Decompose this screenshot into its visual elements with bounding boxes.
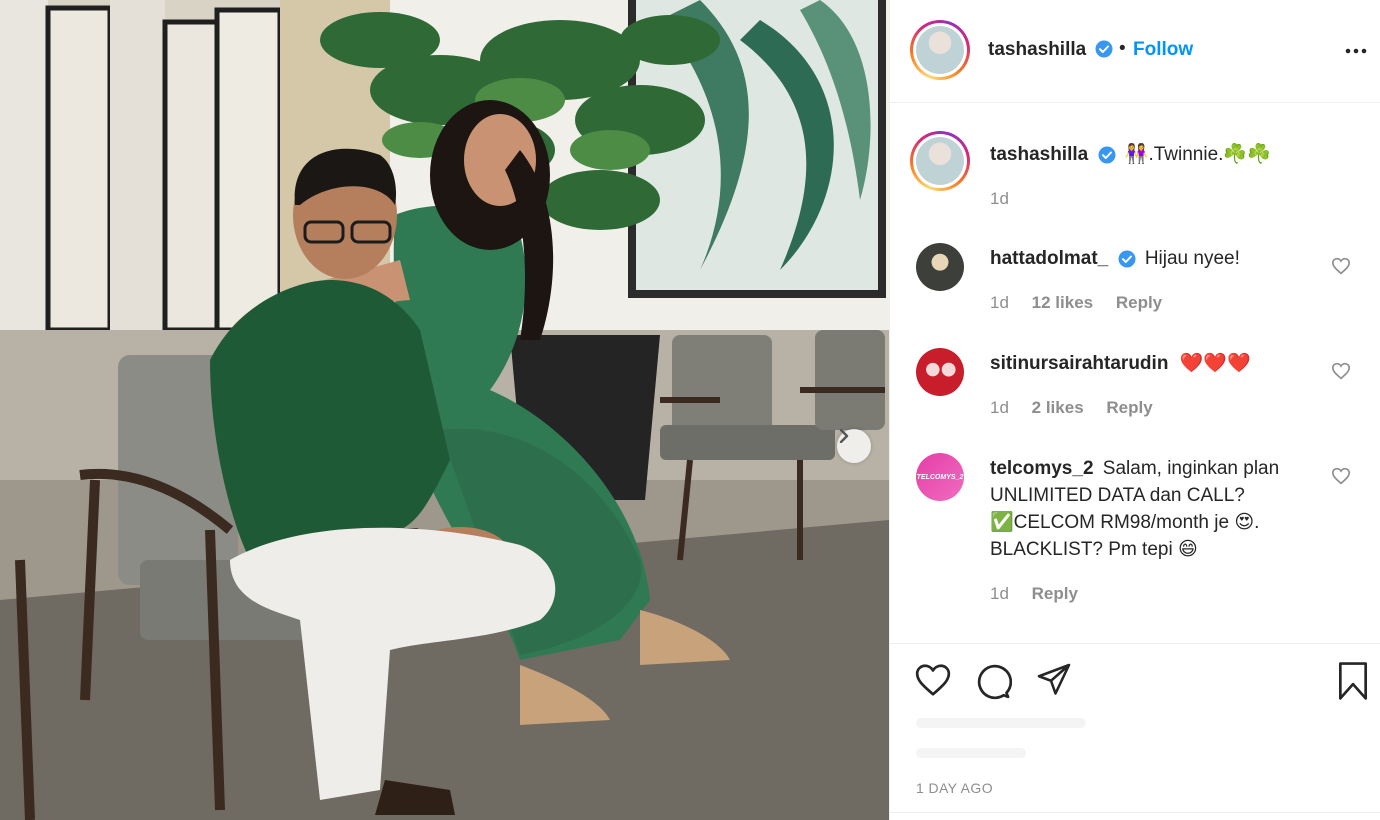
likes-placeholder: [916, 748, 1026, 758]
heart-icon[interactable]: [1331, 257, 1351, 275]
post-date[interactable]: 1 DAY AGO: [916, 780, 993, 796]
divider: [890, 812, 1380, 813]
comment-text: telcomys_2 Salam, inginkan plan UNLIMITE…: [990, 455, 1310, 563]
photo-illustration: [0, 0, 889, 820]
comment-meta: 1d 12 likes Reply: [990, 293, 1180, 313]
comment-meta: 1d Reply: [990, 584, 1096, 604]
comment-username[interactable]: sitinursairahtarudin: [990, 353, 1168, 374]
commenter-avatar[interactable]: [916, 243, 964, 291]
comment-meta: 1d 2 likes Reply: [990, 398, 1171, 418]
comment-row: hattadolmat_ Hijau nyee! 1d 12 likes Rep…: [890, 243, 1380, 343]
commenter-avatar[interactable]: TELCOMYS_2: [916, 453, 964, 501]
caption-username[interactable]: tashashilla: [990, 144, 1088, 165]
caption-text: tashashilla 👭.Twinnie.☘️☘️: [990, 141, 1320, 168]
caption-avatar[interactable]: [910, 131, 970, 191]
comment-likes[interactable]: 12 likes: [1032, 293, 1093, 312]
comment-row: TELCOMYS_2 telcomys_2 Salam, inginkan pl…: [890, 453, 1380, 623]
caption-meta: 1d: [990, 189, 1027, 209]
comment-icon[interactable]: [974, 662, 1012, 700]
chevron-right-icon: [839, 429, 849, 443]
comment-username[interactable]: telcomys_2: [990, 458, 1094, 479]
comment-text: sitinursairahtarudin ❤️❤️❤️: [990, 350, 1320, 377]
verified-badge-icon: [1118, 250, 1136, 268]
commenter-avatar[interactable]: [916, 348, 964, 396]
verified-badge-icon: [1095, 40, 1113, 58]
author-username[interactable]: tashashilla: [988, 39, 1086, 61]
post-side-panel: tashashilla • Follow tashashilla 👭.Twinn…: [889, 0, 1380, 820]
more-options-icon[interactable]: [1345, 40, 1367, 62]
comment-text: hattadolmat_ Hijau nyee!: [990, 245, 1320, 272]
comment-time[interactable]: 1d: [990, 398, 1009, 417]
comment-row: sitinursairahtarudin ❤️❤️❤️ 1d 2 likes R…: [890, 348, 1380, 448]
caption-body: 👭.Twinnie.☘️☘️: [1124, 144, 1271, 165]
reply-button[interactable]: Reply: [1032, 584, 1078, 603]
heart-icon[interactable]: [1331, 467, 1351, 485]
comment-time[interactable]: 1d: [990, 584, 1009, 603]
comment-time[interactable]: 1d: [990, 293, 1009, 312]
verified-badge-icon: [1098, 146, 1115, 164]
caption-time[interactable]: 1d: [990, 189, 1009, 208]
avatar-logo-text: TELCOMYS_2: [916, 473, 964, 481]
reply-button[interactable]: Reply: [1106, 398, 1152, 417]
likes-placeholder: [916, 718, 1086, 728]
author-avatar[interactable]: [910, 20, 970, 80]
separator-dot: •: [1119, 38, 1126, 59]
bookmark-icon[interactable]: [1336, 662, 1370, 700]
reply-button[interactable]: Reply: [1116, 293, 1162, 312]
heart-icon[interactable]: [914, 662, 952, 698]
next-photo-button[interactable]: [837, 429, 871, 463]
comment-body: ❤️❤️❤️: [1179, 353, 1251, 374]
post-header: tashashilla • Follow: [890, 0, 1380, 103]
heart-icon[interactable]: [1331, 362, 1351, 380]
share-icon[interactable]: [1036, 662, 1072, 698]
comment-body: Hijau nyee!: [1144, 248, 1240, 269]
caption-row: tashashilla 👭.Twinnie.☘️☘️ 1d: [890, 103, 1380, 223]
post-photo: [0, 0, 889, 820]
follow-button[interactable]: Follow: [1133, 39, 1193, 61]
comment-username[interactable]: hattadolmat_: [990, 248, 1108, 269]
comment-likes[interactable]: 2 likes: [1032, 398, 1084, 417]
action-bar: 1 DAY AGO: [890, 643, 1380, 820]
